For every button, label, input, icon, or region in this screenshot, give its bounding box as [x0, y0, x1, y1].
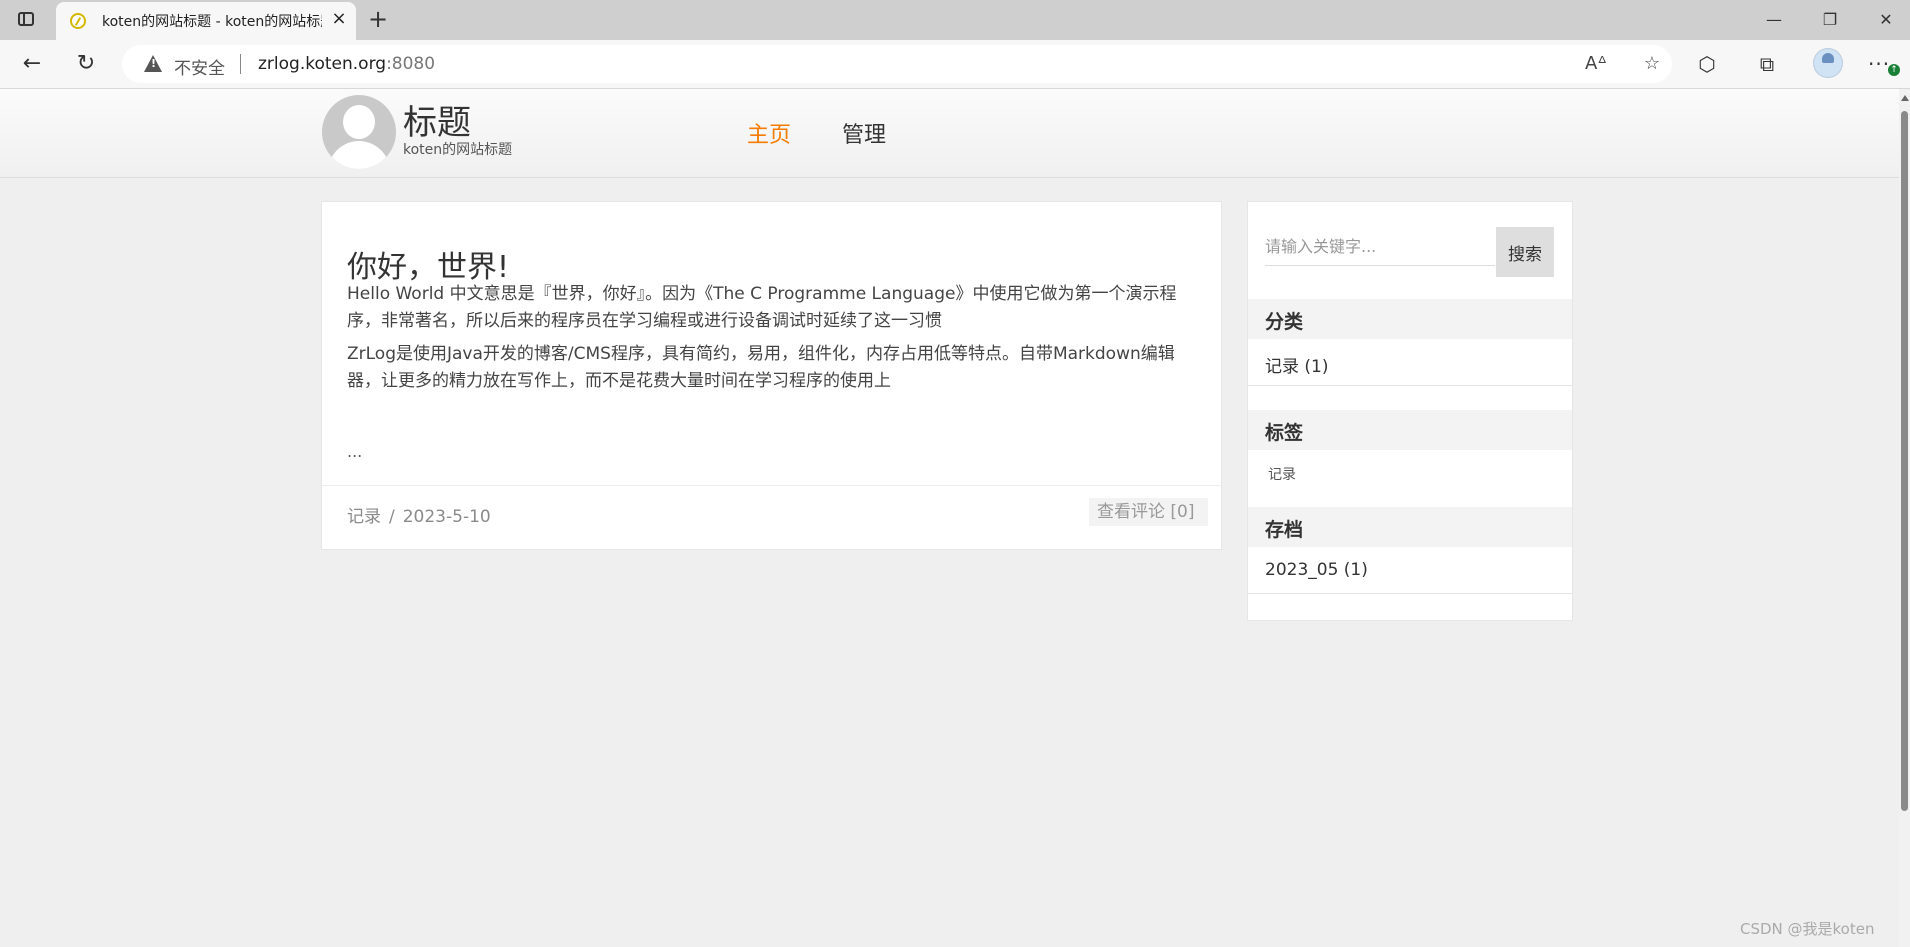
tab-close-icon[interactable]: × [328, 8, 350, 30]
widget-divider [1248, 385, 1572, 386]
url-text[interactable]: zrlog.koten.org:8080 [258, 54, 435, 74]
nav-home-link[interactable]: 主页 [747, 117, 791, 149]
site-header: 标题 koten的网站标题 主页 管理 [0, 89, 1899, 178]
category-item[interactable]: 记录 (1) [1265, 352, 1328, 377]
meta-separator: / [389, 507, 395, 527]
tab-title: koten的网站标题 - koten的网站标题 [102, 14, 322, 30]
site-favicon-icon [70, 13, 86, 29]
address-separator [240, 54, 241, 74]
scrollbar-thumb[interactable] [1901, 111, 1908, 811]
post-title[interactable]: 你好，世界! [347, 242, 509, 286]
post-ellipsis: ... [347, 442, 363, 461]
archives-header: 存档 [1248, 507, 1572, 547]
extensions-icon[interactable]: ⬡ [1694, 52, 1720, 76]
archives-title: 存档 [1265, 519, 1304, 541]
nav-admin-link[interactable]: 管理 [842, 117, 886, 149]
site-title[interactable]: 标题 [403, 95, 471, 144]
search-button[interactable]: 搜索 [1496, 227, 1554, 277]
warning-icon[interactable] [144, 55, 162, 72]
minimize-button[interactable]: — [1754, 6, 1794, 34]
widget-divider [1248, 593, 1572, 594]
post-paragraph: Hello World 中文意思是『世界，你好』。因为《The C Progra… [347, 284, 1177, 331]
browser-toolbar: ← ↻ 不安全 zrlog.koten.org:8080 Aᐞ ☆ ⬡ ⧉ ··… [0, 40, 1910, 89]
post-card: 你好，世界! Hello World 中文意思是『世界，你好』。因为《The C… [321, 201, 1222, 550]
post-divider [322, 485, 1221, 486]
search-input[interactable] [1265, 227, 1495, 266]
page-viewport: 标题 koten的网站标题 主页 管理 你好，世界! Hello World 中… [0, 89, 1899, 947]
scroll-up-icon[interactable] [1901, 95, 1909, 101]
page-scrollbar[interactable] [1899, 89, 1910, 947]
post-category-link[interactable]: 记录 [347, 507, 381, 527]
browser-tab-bar: koten的网站标题 - koten的网站标题 × + — ❐ ✕ [0, 0, 1910, 40]
profile-avatar[interactable] [1813, 48, 1843, 78]
view-comments-button[interactable]: 查看评论 [0] [1089, 498, 1209, 526]
window-close-button[interactable]: ✕ [1866, 6, 1906, 34]
new-tab-button[interactable]: + [364, 6, 392, 34]
settings-more-icon[interactable]: ··· [1868, 52, 1890, 76]
post-paragraph: ZrLog是使用Java开发的博客/CMS程序，具有简约，易用，组件化，内存占用… [347, 344, 1175, 391]
archive-item[interactable]: 2023_05 (1) [1265, 560, 1368, 580]
site-subtitle: koten的网站标题 [403, 142, 513, 158]
insecure-label[interactable]: 不安全 [174, 54, 225, 79]
post-meta: 记录 / 2023-5-10 [347, 502, 491, 527]
back-button[interactable]: ← [16, 50, 48, 78]
update-badge: ↑ [1888, 64, 1900, 76]
categories-header: 分类 [1248, 299, 1572, 339]
avatar[interactable] [322, 95, 396, 169]
tags-header: 标签 [1248, 410, 1572, 450]
tab-actions-icon[interactable] [10, 8, 44, 32]
read-aloud-icon[interactable]: Aᐞ [1584, 53, 1608, 75]
categories-title: 分类 [1265, 311, 1304, 333]
watermark: CSDN @我是koten [1740, 920, 1875, 938]
restore-button[interactable]: ❐ [1810, 6, 1850, 34]
browser-tab[interactable]: koten的网站标题 - koten的网站标题 × [56, 2, 356, 40]
post-date: 2023-5-10 [402, 507, 491, 527]
collections-icon[interactable]: ⧉ [1754, 52, 1780, 76]
tags-title: 标签 [1265, 422, 1304, 444]
address-bar[interactable]: 不安全 zrlog.koten.org:8080 Aᐞ ☆ [122, 45, 1672, 83]
sidebar: 搜索 分类 记录 (1) 标签 记录 存档 2023_05 (1) [1247, 201, 1573, 621]
add-favorite-icon[interactable]: ☆ [1640, 53, 1664, 75]
reload-button[interactable]: ↻ [70, 50, 102, 78]
tag-item[interactable]: 记录 [1268, 464, 1296, 484]
